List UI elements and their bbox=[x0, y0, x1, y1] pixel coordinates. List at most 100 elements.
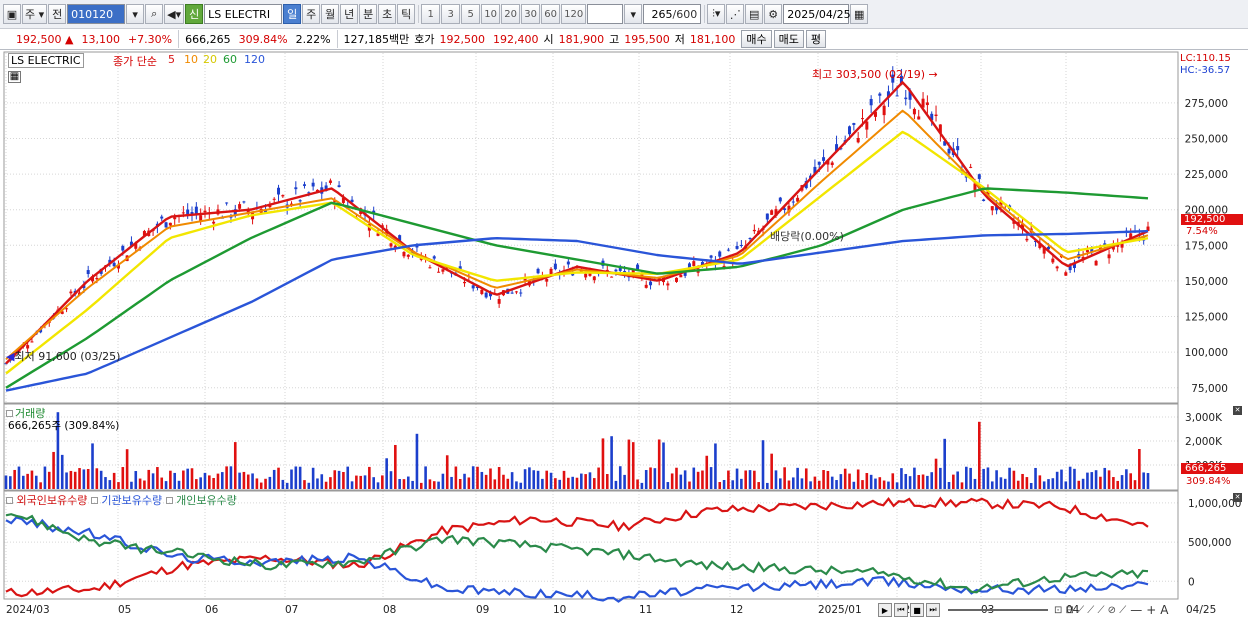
candle-type-icon[interactable]: ⫶▾ bbox=[707, 4, 726, 24]
period-week[interactable]: 주 bbox=[302, 4, 321, 24]
candle-body bbox=[895, 95, 899, 97]
x-tick: 04/25 bbox=[1186, 604, 1216, 616]
candle-body bbox=[848, 126, 852, 135]
volume-bar bbox=[125, 449, 129, 489]
interval-dropdown-icon[interactable]: ▾ bbox=[624, 4, 643, 24]
buy-button[interactable]: 매수 bbox=[741, 30, 772, 48]
candle-body bbox=[406, 254, 410, 257]
volume-bar bbox=[1120, 475, 1124, 489]
candle-body bbox=[242, 201, 246, 203]
volume-bar bbox=[324, 481, 328, 489]
stock-name-field[interactable]: LS ELECTRI bbox=[204, 4, 283, 24]
low-price: 181,100 bbox=[689, 32, 736, 46]
interval-120[interactable]: 120 bbox=[561, 4, 587, 24]
interval-10[interactable]: 10 bbox=[481, 4, 501, 24]
close-icon[interactable]: ✕ bbox=[1233, 493, 1242, 502]
volume-bar bbox=[290, 469, 293, 489]
volume-bar bbox=[91, 443, 94, 489]
gear-icon[interactable]: ⚙ bbox=[764, 4, 783, 24]
interval-1[interactable]: 1 bbox=[421, 4, 441, 24]
sell-button[interactable]: 매도 bbox=[773, 30, 804, 48]
sound-icon[interactable]: ◀▾ bbox=[164, 4, 185, 24]
volume-bar bbox=[982, 468, 985, 489]
indicator-icon[interactable]: ⋰ bbox=[726, 4, 745, 24]
scroll-track[interactable] bbox=[948, 609, 1048, 611]
save-icon[interactable]: ▤ bbox=[745, 4, 764, 24]
volume-bar bbox=[39, 482, 42, 489]
volume-bar bbox=[333, 470, 337, 489]
chart-canvas[interactable]: 275,000250,000225,000200,000175,000150,0… bbox=[0, 51, 1248, 621]
candle-body bbox=[1051, 258, 1055, 263]
calendar-icon[interactable]: ▦ bbox=[850, 4, 869, 24]
candle-body bbox=[861, 118, 864, 120]
candle-body bbox=[692, 261, 696, 267]
last-price-pct: 7.54% bbox=[1186, 226, 1218, 237]
period-minute[interactable]: 분 bbox=[359, 4, 378, 24]
table-icon[interactable]: ▦ bbox=[8, 71, 21, 83]
candle-body bbox=[614, 269, 618, 272]
volume-bar bbox=[952, 474, 955, 489]
interval-60[interactable]: 60 bbox=[541, 4, 561, 24]
volume-bar bbox=[644, 470, 648, 489]
scroll-first-icon[interactable]: ⏮ bbox=[894, 603, 908, 617]
scroll-controls: ▶ ⏮ ■ ⏭ ⊡ ⊟ ⟋ ⟋ ⟋ ⊘ ⟋ — + A bbox=[878, 601, 1169, 619]
window-icon[interactable]: ▣ bbox=[3, 4, 21, 24]
volume-bar bbox=[575, 477, 579, 489]
data-count-input[interactable]: 265/600 bbox=[643, 4, 702, 24]
ma-legend-60: 60 bbox=[223, 53, 237, 66]
volume-bar bbox=[869, 474, 873, 489]
interval-30[interactable]: 30 bbox=[521, 4, 541, 24]
volume-bar bbox=[1012, 470, 1016, 489]
volume-bar bbox=[878, 477, 882, 489]
interval-5[interactable]: 5 bbox=[461, 4, 481, 24]
date-field[interactable]: 2025/04/25 bbox=[783, 4, 851, 24]
prefix-button[interactable]: 전 bbox=[48, 4, 67, 24]
volume-bar bbox=[398, 479, 401, 489]
period-month[interactable]: 월 bbox=[321, 4, 340, 24]
volume-bar bbox=[939, 467, 942, 489]
period-year[interactable]: 년 bbox=[340, 4, 359, 24]
volume-last-pct: 309.84% bbox=[1186, 476, 1231, 487]
volume-bar bbox=[277, 467, 280, 489]
period-second[interactable]: 초 bbox=[378, 4, 397, 24]
volume-bar bbox=[965, 466, 968, 489]
scroll-right-icon[interactable]: ▶ bbox=[878, 603, 892, 617]
volume-bar bbox=[1125, 469, 1128, 489]
candle-body bbox=[1025, 238, 1029, 241]
volume-bar bbox=[666, 482, 670, 489]
volume-bar bbox=[1116, 480, 1120, 489]
code-dropdown-icon[interactable]: ▾ bbox=[126, 4, 145, 24]
volume-bar bbox=[761, 440, 765, 489]
scroll-last-icon[interactable]: ⏭ bbox=[926, 603, 940, 617]
volume-bar bbox=[406, 476, 410, 489]
market-select[interactable]: 주 ▾ bbox=[22, 4, 48, 24]
separator bbox=[704, 5, 706, 23]
stock-code-input[interactable]: 010120 bbox=[67, 4, 126, 24]
toolbar: ▣ 주 ▾ 전 010120 ▾ ⌕ ◀▾ 신 LS ELECTRI 일 주 월… bbox=[0, 0, 1248, 29]
volume-bar bbox=[822, 470, 825, 489]
zoom-out-icon[interactable]: — bbox=[1130, 603, 1142, 617]
volume-bar bbox=[130, 481, 133, 489]
period-tick[interactable]: 틱 bbox=[397, 4, 416, 24]
new-button[interactable]: 신 bbox=[185, 4, 204, 24]
eval-button[interactable]: 평 bbox=[805, 30, 827, 48]
search-icon[interactable]: ⌕ bbox=[145, 4, 164, 24]
ask-label: 호가 bbox=[414, 33, 435, 46]
zoom-in-icon[interactable]: + bbox=[1146, 603, 1156, 617]
stop-icon[interactable]: ■ bbox=[910, 603, 924, 617]
candle-body bbox=[679, 274, 683, 278]
candle-body bbox=[1055, 266, 1059, 269]
font-size-icon[interactable]: A bbox=[1160, 603, 1168, 617]
separator bbox=[178, 30, 180, 48]
close-icon[interactable]: ✕ bbox=[1233, 406, 1242, 415]
volume-bar bbox=[1029, 482, 1033, 489]
price-tick: 250,000 bbox=[1185, 133, 1228, 145]
tool-icons[interactable]: ⊡ ⊟ ⟋ ⟋ ⟋ ⊘ ⟋ bbox=[1054, 605, 1126, 616]
interval-20[interactable]: 20 bbox=[501, 4, 521, 24]
period-day[interactable]: 일 bbox=[283, 4, 302, 24]
x-tick: 2024/03 bbox=[6, 604, 50, 616]
interval-3[interactable]: 3 bbox=[441, 4, 461, 24]
interval-custom-input[interactable] bbox=[587, 4, 624, 24]
volume-bar bbox=[497, 467, 501, 489]
candle-body bbox=[441, 269, 445, 272]
